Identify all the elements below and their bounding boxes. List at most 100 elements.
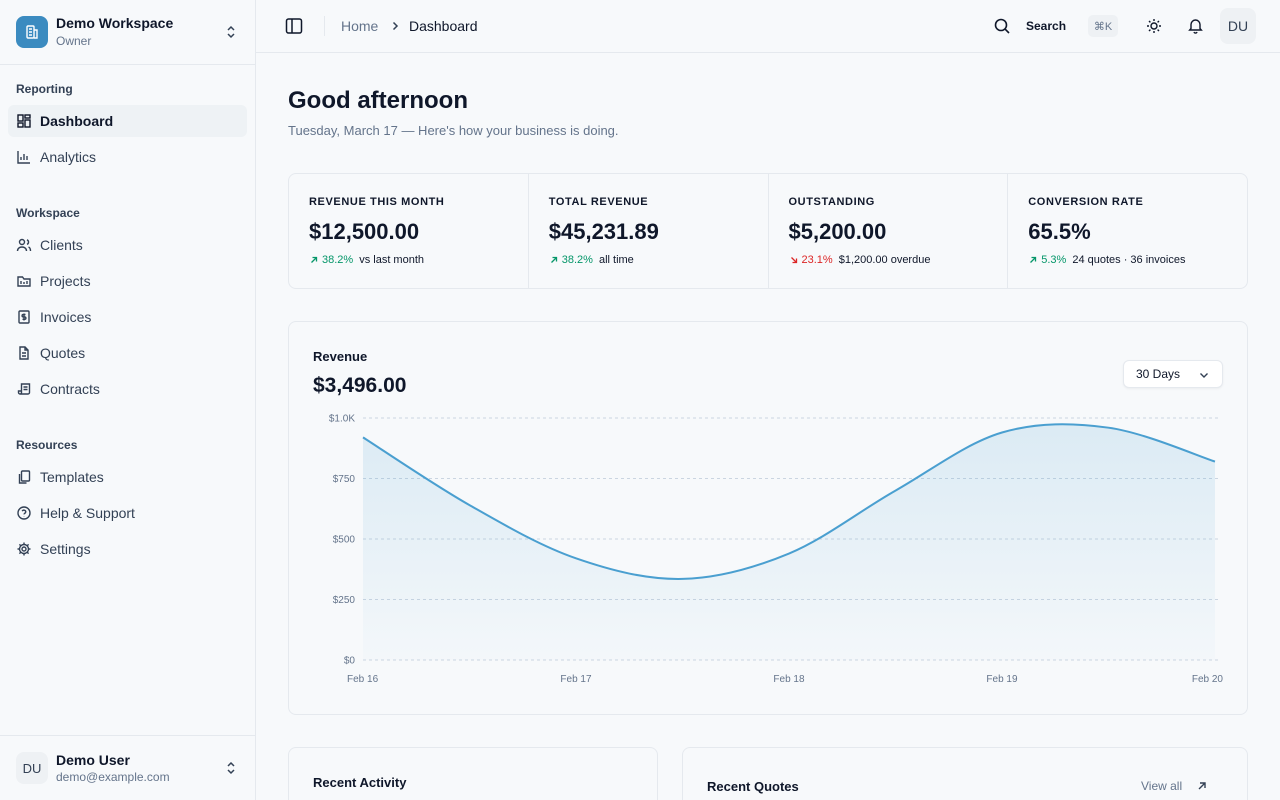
sidebar-item-quotes[interactable]: Quotes bbox=[8, 337, 247, 369]
workspace-name: Demo Workspace bbox=[56, 15, 174, 31]
x-tick-label: Feb 16 bbox=[347, 674, 379, 685]
copy-icon bbox=[18, 470, 31, 484]
bell-icon[interactable] bbox=[1187, 17, 1204, 34]
sidebar-item-projects[interactable]: Projects bbox=[8, 265, 247, 297]
sidebar-item-label: Analytics bbox=[40, 149, 97, 165]
sidebar-item-label: Invoices bbox=[40, 309, 92, 325]
x-tick-label: Feb 17 bbox=[560, 674, 592, 685]
kpi-card: CONVERSION RATE 65.5% 5.3% 24 quotes · 3… bbox=[1008, 174, 1247, 288]
range-select-label: 30 Days bbox=[1136, 367, 1181, 381]
arrow-down-right-icon bbox=[790, 257, 797, 264]
sidebar: Demo Workspace Owner Reporting Dashboard… bbox=[0, 0, 256, 800]
recent-activity-card bbox=[288, 747, 658, 800]
kpi-change: 5.3% bbox=[1041, 254, 1067, 266]
sidebar-item-templates[interactable]: Templates bbox=[8, 461, 247, 493]
kpi-change: 38.2% bbox=[322, 254, 354, 266]
sidebar-item-label: Dashboard bbox=[40, 113, 114, 129]
chevrons-up-down-icon bbox=[227, 761, 235, 775]
range-select[interactable]: 30 Days bbox=[1123, 360, 1223, 388]
kpi-value: $5,200.00 bbox=[788, 219, 887, 244]
arrow-up-right-icon bbox=[1198, 782, 1206, 790]
invoice-icon bbox=[18, 310, 30, 324]
sidebar-toggle-icon[interactable] bbox=[285, 17, 303, 35]
sidebar-item-analytics[interactable]: Analytics bbox=[8, 141, 247, 173]
workspace-role: Owner bbox=[56, 34, 92, 48]
building-icon bbox=[16, 16, 48, 48]
revenue-area bbox=[363, 424, 1215, 660]
page-subtitle: Tuesday, March 17 — Here's how your busi… bbox=[288, 123, 619, 138]
chevrons-up-down-icon bbox=[227, 25, 235, 39]
avatar: DU bbox=[16, 752, 48, 784]
sidebar-item-clients[interactable]: Clients bbox=[8, 229, 247, 261]
search-shortcut: ⌘K bbox=[1088, 15, 1118, 37]
kpi-footer: 5.3% 24 quotes · 36 invoices bbox=[1028, 254, 1185, 266]
sidebar-item-label: Contracts bbox=[40, 381, 100, 397]
kpi-note: all time bbox=[598, 254, 634, 266]
kpi-value: $45,231.89 bbox=[548, 219, 659, 244]
arrow-up-right-icon bbox=[1030, 256, 1037, 263]
kpi-note: $1,200.00 overdue bbox=[838, 254, 931, 266]
bar-chart-icon bbox=[17, 151, 30, 164]
sidebar-item-invoices[interactable]: Invoices bbox=[8, 301, 247, 333]
search-button[interactable]: Search bbox=[1026, 19, 1066, 33]
dashboard-icon bbox=[17, 114, 31, 128]
view-all-link[interactable]: View all bbox=[1141, 779, 1208, 793]
sidebar-item-help[interactable]: Help & Support bbox=[8, 497, 247, 529]
kpi-note: 24 quotes · 36 invoices bbox=[1072, 254, 1186, 266]
scroll-icon bbox=[17, 383, 31, 395]
breadcrumb-home[interactable]: Home bbox=[341, 18, 378, 34]
kpi-label: TOTAL REVENUE bbox=[548, 196, 649, 208]
gear-icon bbox=[17, 542, 31, 556]
chevron-right-icon bbox=[392, 21, 399, 31]
user-email: demo@example.com bbox=[56, 770, 170, 784]
sidebar-item-label: Projects bbox=[40, 273, 91, 289]
kpi-footer: 23.1% $1,200.00 overdue bbox=[789, 254, 931, 266]
x-tick-label: Feb 20 bbox=[1192, 674, 1224, 685]
kpi-card: TOTAL REVENUE $45,231.89 38.2% all time bbox=[529, 174, 769, 288]
nav-group-workspace: Workspace bbox=[16, 206, 80, 220]
breadcrumb-current: Dashboard bbox=[409, 18, 478, 34]
y-tick-label: $750 bbox=[333, 474, 356, 485]
revenue-total: $3,496.00 bbox=[313, 374, 407, 397]
kpi-label: REVENUE THIS MONTH bbox=[309, 196, 445, 208]
nav-group-resources: Resources bbox=[16, 438, 78, 452]
recent-quotes-title: Recent Quotes bbox=[707, 779, 799, 794]
y-tick-label: $0 bbox=[344, 656, 356, 667]
y-tick-label: $250 bbox=[333, 595, 356, 606]
sidebar-item-dashboard[interactable]: Dashboard bbox=[8, 105, 247, 137]
page-title: Good afternoon bbox=[288, 87, 468, 114]
sun-icon[interactable] bbox=[1146, 18, 1162, 34]
kpi-change: 23.1% bbox=[801, 254, 833, 266]
revenue-title: Revenue bbox=[313, 349, 368, 364]
y-tick-label: $1.0K bbox=[329, 414, 355, 425]
kpi-footer: 38.2% all time bbox=[549, 254, 634, 266]
sidebar-item-label: Settings bbox=[40, 541, 91, 557]
kpi-footer: 38.2% vs last month bbox=[309, 254, 424, 266]
search-icon[interactable] bbox=[993, 17, 1011, 35]
kpi-value: 65.5% bbox=[1028, 219, 1091, 244]
x-tick-label: Feb 18 bbox=[773, 674, 805, 685]
sidebar-item-contracts[interactable]: Contracts bbox=[8, 373, 247, 405]
sidebar-item-label: Quotes bbox=[40, 345, 86, 361]
kpi-strip: REVENUE THIS MONTH $12,500.00 38.2% vs l… bbox=[288, 173, 1248, 289]
sidebar-item-settings[interactable]: Settings bbox=[8, 533, 247, 565]
user-name: Demo User bbox=[56, 752, 130, 768]
kpi-note: vs last month bbox=[359, 254, 425, 266]
kpi-card: OUTSTANDING $5,200.00 23.1% $1,200.00 ov… bbox=[769, 174, 1009, 288]
workspace-switcher[interactable]: Demo Workspace Owner bbox=[0, 0, 255, 65]
view-all-label: View all bbox=[1141, 779, 1183, 793]
kpi-value: $12,500.00 bbox=[309, 219, 420, 244]
revenue-chart: $0 $250 $500 $750 $1.0K Feb 16 Feb 17 Feb 18 Feb… bbox=[329, 414, 1224, 686]
sidebar-item-label: Clients bbox=[40, 237, 83, 253]
sidebar-item-label: Templates bbox=[40, 469, 104, 485]
avatar[interactable]: DU bbox=[1220, 8, 1256, 44]
divider bbox=[324, 16, 325, 36]
kpi-change: 38.2% bbox=[561, 254, 593, 266]
x-tick-label: Feb 19 bbox=[986, 674, 1018, 685]
arrow-up-right-icon bbox=[550, 256, 557, 263]
help-icon bbox=[17, 506, 31, 520]
arrow-up-right-icon bbox=[311, 256, 318, 263]
kpi-card: REVENUE THIS MONTH $12,500.00 38.2% vs l… bbox=[289, 174, 529, 288]
file-text-icon bbox=[19, 346, 29, 360]
recent-activity-title: Recent Activity bbox=[313, 775, 407, 790]
